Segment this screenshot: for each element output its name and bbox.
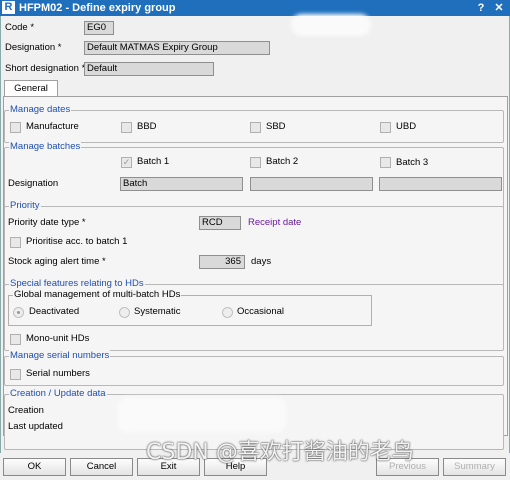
short-designation-field[interactable]: Default — [84, 62, 214, 76]
serial-numbers-label: Serial numbers — [26, 368, 90, 379]
designation-label: Designation * — [5, 42, 62, 53]
priority-date-type-label: Priority date type * — [8, 217, 86, 228]
code-field[interactable]: EG0 — [84, 21, 114, 35]
priority-date-type-description: Receipt date — [248, 217, 302, 228]
batch-2-checkbox[interactable] — [250, 157, 261, 168]
mono-unit-checkbox[interactable] — [10, 334, 21, 345]
batch-designation-label: Designation — [8, 178, 59, 189]
batch-3-label: Batch 3 — [396, 157, 429, 168]
dialog-body: Code * EG0 Designation * Default MATMAS … — [0, 14, 510, 480]
serial-numbers-group: Manage serial numbers Serial numbers — [4, 350, 504, 386]
serial-numbers-checkbox[interactable] — [10, 369, 21, 380]
systematic-label: Systematic — [134, 306, 181, 317]
priority-group: Priority Priority date type * RCD Receip… — [4, 200, 504, 288]
manufacture-checkbox[interactable] — [10, 122, 21, 133]
priority-title: Priority — [9, 200, 41, 212]
bbd-checkbox[interactable] — [121, 122, 132, 133]
priority-date-type-field[interactable]: RCD — [199, 216, 241, 230]
bbd-label: BBD — [137, 121, 157, 132]
creation-update-title: Creation / Update data — [9, 388, 107, 400]
short-designation-label: Short designation * — [5, 63, 86, 74]
global-management-title: Global management of multi-batch HDs — [13, 289, 182, 301]
watermark: CSDN @喜欢打酱油的老鸟 — [146, 440, 414, 465]
batch-1-designation-field[interactable]: Batch — [120, 177, 243, 191]
prioritise-checkbox[interactable] — [10, 237, 21, 248]
stock-aging-field[interactable]: 365 — [199, 255, 245, 269]
sbd-checkbox[interactable] — [250, 122, 261, 133]
manage-dates-group: Manage dates Manufacture BBD SBD UBD — [4, 104, 504, 143]
batch-2-label: Batch 2 — [266, 156, 299, 167]
batch-1-checkbox[interactable]: ✓ — [121, 157, 132, 168]
batch-3-checkbox[interactable] — [380, 157, 391, 168]
global-management-group: Global management of multi-batch HDs Dea… — [8, 289, 372, 326]
manage-batches-group: Manage batches ✓ Batch 1 Batch 2 Batch 3… — [4, 141, 504, 209]
batch-3-designation-field[interactable] — [379, 177, 502, 191]
deactivated-radio[interactable] — [13, 307, 24, 318]
stock-aging-label: Stock aging alert time * — [8, 256, 106, 267]
code-label: Code * — [5, 22, 35, 33]
window-title: HFPM02 - Define expiry group — [19, 2, 176, 14]
prioritise-label: Prioritise acc. to batch 1 — [26, 236, 128, 247]
ubd-label: UBD — [396, 121, 417, 132]
serial-numbers-title: Manage serial numbers — [9, 350, 111, 362]
last-updated-label: Last updated — [8, 421, 63, 432]
designation-field[interactable]: Default MATMAS Expiry Group — [84, 41, 270, 55]
summary-button[interactable]: Summary — [443, 458, 506, 476]
mono-unit-label: Mono-unit HDs — [26, 333, 90, 344]
deactivated-label: Deactivated — [29, 306, 80, 317]
cancel-button[interactable]: Cancel — [70, 458, 133, 476]
batch-2-designation-field[interactable] — [250, 177, 373, 191]
help-icon[interactable]: ? — [474, 1, 488, 15]
stock-aging-unit: days — [251, 256, 272, 267]
app-logo-icon: R — [2, 1, 15, 14]
manufacture-label: Manufacture — [26, 121, 79, 132]
ubd-checkbox[interactable] — [380, 122, 391, 133]
close-icon[interactable]: ✕ — [492, 1, 506, 15]
tab-general-data[interactable]: General data — [4, 80, 58, 109]
redacted-area — [117, 397, 287, 433]
ok-button[interactable]: OK — [3, 458, 66, 476]
occasional-radio[interactable] — [222, 307, 233, 318]
manage-dates-title: Manage dates — [9, 104, 72, 116]
redacted-area — [291, 14, 371, 36]
systematic-radio[interactable] — [119, 307, 130, 318]
sbd-label: SBD — [266, 121, 286, 132]
occasional-label: Occasional — [237, 306, 284, 317]
special-features-group: Special features relating to HDs Global … — [4, 278, 504, 351]
manage-batches-title: Manage batches — [9, 141, 82, 153]
creation-label: Creation — [8, 405, 44, 416]
title-bar: R HFPM02 - Define expiry group ? ✕ — [0, 0, 510, 16]
batch-1-label: Batch 1 — [137, 156, 170, 167]
